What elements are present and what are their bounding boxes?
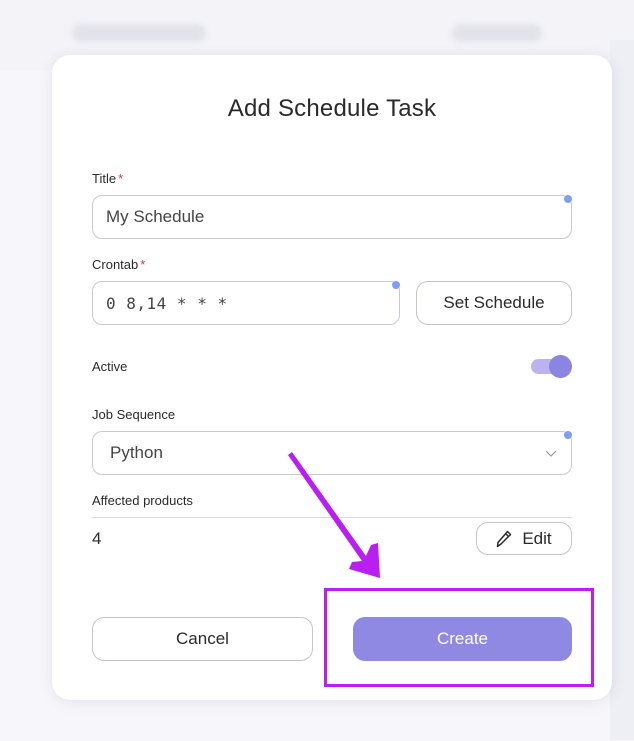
job-sequence-select[interactable]: Python <box>92 431 572 475</box>
annotation-highlight-box <box>324 588 594 687</box>
background-side-panel <box>610 40 634 740</box>
edit-products-button[interactable]: Edit <box>476 522 572 555</box>
title-label: Title * <box>92 171 123 186</box>
background-blur-left <box>72 24 206 42</box>
title-input[interactable]: My Schedule <box>92 195 572 239</box>
set-schedule-button[interactable]: Set Schedule <box>416 281 572 325</box>
modal-title: Add Schedule Task <box>227 95 437 122</box>
crontab-required-mark: * <box>140 257 146 272</box>
affected-products-label: Affected products <box>92 493 193 508</box>
edit-label: Edit <box>522 528 552 548</box>
job-sequence-focus-indicator <box>564 431 572 439</box>
chevron-down-icon <box>545 450 557 457</box>
toggle-knob <box>549 355 572 378</box>
cancel-button[interactable]: Cancel <box>92 617 313 661</box>
job-sequence-value: Python <box>110 443 163 462</box>
title-label-text: Title <box>92 171 117 186</box>
background-blur-right <box>452 24 542 42</box>
active-toggle[interactable] <box>531 355 572 378</box>
cancel-label: Cancel <box>176 629 229 648</box>
set-schedule-label: Set Schedule <box>443 293 545 312</box>
crontab-input-value: 0 8,14 * * * <box>106 293 228 313</box>
title-focus-indicator <box>564 195 572 203</box>
active-label: Active <box>92 359 128 374</box>
title-input-value: My Schedule <box>106 207 205 226</box>
crontab-focus-indicator <box>392 281 400 289</box>
crontab-input[interactable]: 0 8,14 * * * <box>92 281 400 325</box>
title-required-mark: * <box>118 171 124 186</box>
pencil-icon <box>497 530 512 547</box>
crontab-label-text: Crontab <box>92 257 139 272</box>
crontab-label: Crontab * <box>92 257 145 272</box>
affected-products-count: 4 <box>92 529 102 548</box>
affected-products-divider <box>92 517 572 518</box>
job-sequence-label: Job Sequence <box>92 407 176 422</box>
